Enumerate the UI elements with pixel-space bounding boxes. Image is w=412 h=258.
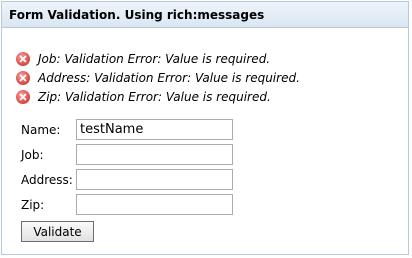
messages-list: Job: Validation Error: Value is required… <box>16 49 300 106</box>
error-icon <box>16 70 30 85</box>
form-row-job: Job: <box>21 142 233 167</box>
message-item: Job: Validation Error: Value is required… <box>16 49 300 68</box>
zip-input[interactable] <box>76 194 233 215</box>
validate-button[interactable]: Validate <box>21 221 94 242</box>
message-text: Job: Validation Error: Value is required… <box>38 51 271 66</box>
form-row-address: Address: <box>21 167 233 192</box>
job-input[interactable] <box>76 144 233 165</box>
address-input[interactable] <box>76 169 233 190</box>
error-icon <box>16 51 30 66</box>
name-input[interactable] <box>76 119 233 140</box>
job-label: Job: <box>21 147 44 162</box>
address-label: Address: <box>21 172 73 187</box>
panel-title: Form Validation. Using rich:messages <box>2 2 408 28</box>
message-text: Address: Validation Error: Value is requ… <box>38 70 300 85</box>
validation-panel: Form Validation. Using rich:messages Job… <box>1 1 409 255</box>
message-item: Address: Validation Error: Value is requ… <box>16 68 300 87</box>
validation-form: Name: Job: Address: Zip: <box>21 117 233 217</box>
name-label: Name: <box>21 122 61 137</box>
form-row-name: Name: <box>21 117 233 142</box>
form-row-zip: Zip: <box>21 192 233 217</box>
message-text: Zip: Validation Error: Value is required… <box>38 89 271 104</box>
zip-label: Zip: <box>21 197 45 212</box>
message-item: Zip: Validation Error: Value is required… <box>16 87 300 106</box>
error-icon <box>16 89 30 104</box>
